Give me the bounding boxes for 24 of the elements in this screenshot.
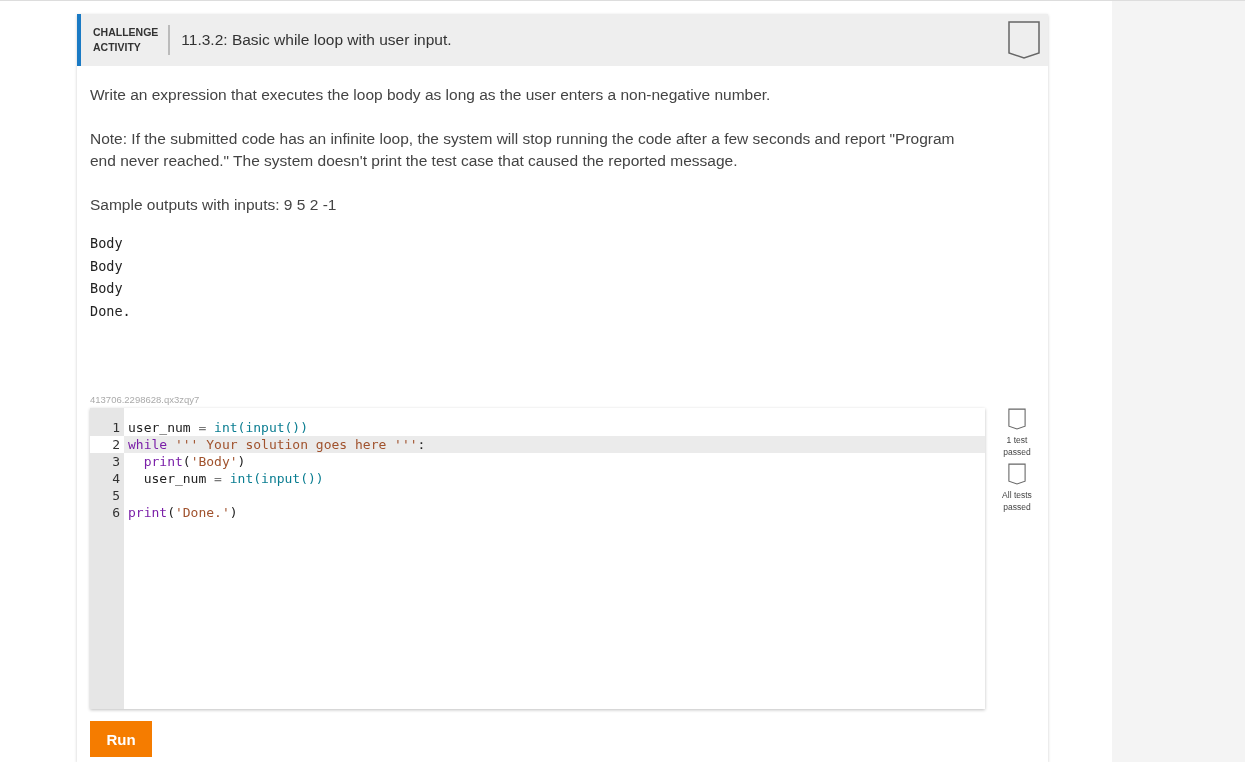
line-number: 4 [111, 470, 121, 487]
line-number: 1 [111, 419, 121, 436]
sample-output-line: Body [90, 234, 124, 253]
code-line: user_num = int(input()) [127, 419, 309, 436]
sample-output-line: Body [90, 279, 124, 298]
test-status-label: 1 test passed [1003, 434, 1031, 458]
sample-output-line: Done. [90, 301, 132, 321]
code-line: print('Body') [142, 453, 246, 470]
instruction-text: Note: If the submitted code has an infinite loop, the system will stop running the code after a few seconds and report "Program end never reached." The system doesn't print the test case that caused the reported message. [90, 129, 956, 171]
code-editor[interactable]: 1 user_num = int(input()) 2 while ''' Your solution goes here ''': 3 print('Body') 4 user_num = int(input()) 5 6 print('Done.') [90, 408, 985, 709]
sample-output-line: Body [90, 256, 124, 276]
line-number: 3 [111, 453, 121, 470]
instruction-text: Write an expression that executes the loop body as long as the user enters a non-negative number. [90, 85, 772, 105]
activity-title: 11.3.2: Basic while loop with user input. [180, 31, 453, 49]
editor-id: 413706.2298628.qx3zqy7 [90, 394, 201, 406]
line-number: 5 [111, 487, 121, 504]
instruction-text: Sample outputs with inputs: 9 5 2 -1 [90, 195, 338, 215]
line-number: 6 [111, 504, 121, 521]
test-status-label: All tests passed [1002, 489, 1032, 513]
activity-type-label: CHALLENGE ACTIVITY [93, 25, 171, 55]
line-number: 2 [90, 436, 124, 453]
code-line: print('Done.') [127, 504, 238, 521]
code-line: while ''' Your solution goes here ''': [127, 436, 426, 453]
code-line: user_num = int(input()) [142, 470, 324, 487]
